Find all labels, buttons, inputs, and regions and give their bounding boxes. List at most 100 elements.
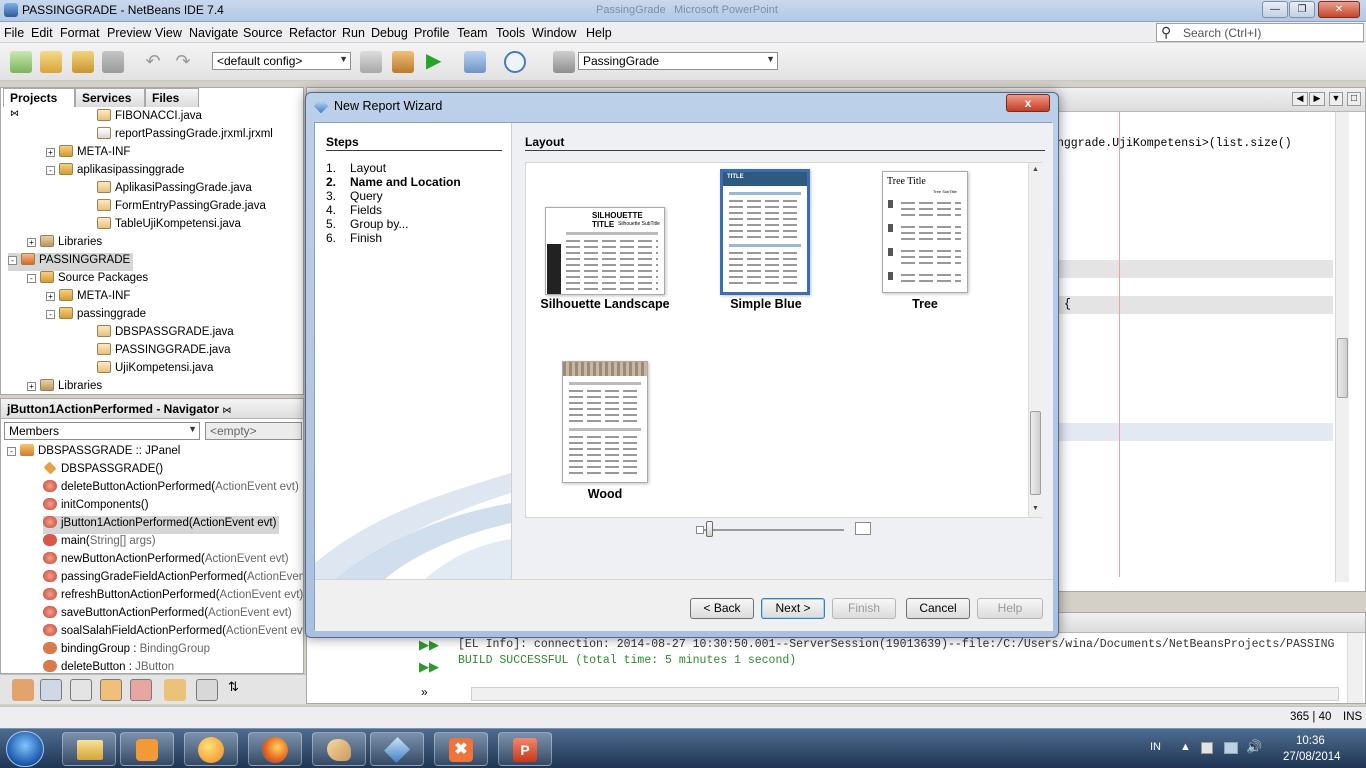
navigator-member[interactable]: soalSalahFieldActionPerformed(ActionEven…	[43, 624, 303, 642]
navigator-member[interactable]: DBSPASSGRADE()	[43, 462, 163, 480]
project-tree[interactable]: FIBONACCI.java reportPassingGrade.jrxml.j…	[1, 108, 303, 394]
gallery-vertical-scrollbar[interactable]: ▲ ▼	[1028, 163, 1042, 517]
collapse-icon[interactable]: -	[27, 274, 36, 283]
taskbar-paint[interactable]	[312, 732, 366, 766]
finish-button[interactable]: Finish	[832, 598, 896, 619]
expand-icon[interactable]: +	[27, 238, 36, 247]
tab-projects[interactable]: Projects ⋈	[3, 88, 75, 118]
template-simple-blue[interactable]: TITLE Simple Blue	[720, 169, 812, 313]
expand-icon[interactable]: +	[46, 292, 55, 301]
expand-icon[interactable]: +	[46, 148, 55, 157]
taskbar-netbeans[interactable]	[370, 732, 424, 766]
network-icon[interactable]	[1224, 742, 1238, 754]
collapse-icon[interactable]: -	[7, 447, 16, 456]
save-all-icon[interactable]	[102, 51, 124, 73]
output-horizontal-scrollbar[interactable]	[471, 687, 1339, 701]
navigator-member[interactable]: initComponents()	[43, 498, 149, 516]
project-tree-row[interactable]: - passinggrade	[46, 307, 146, 325]
project-tree-row[interactable]: reportPassingGrade.jrxml.jrxml	[84, 127, 273, 145]
template-wood[interactable]: Wood	[562, 361, 650, 505]
project-tree-row[interactable]: FIBONACCI.java	[84, 109, 202, 127]
menu-team[interactable]: Team	[457, 26, 488, 40]
build-hammer-icon[interactable]	[360, 51, 382, 73]
tab-services[interactable]: Services	[75, 88, 145, 107]
cancel-button[interactable]: Cancel	[906, 598, 970, 619]
menu-preview[interactable]: Preview	[107, 26, 151, 40]
close-button[interactable]: ✕	[1318, 1, 1360, 18]
members-combo[interactable]: Members ▼	[4, 422, 200, 440]
menu-debug[interactable]: Debug	[371, 26, 408, 40]
input-language[interactable]: IN	[1150, 741, 1161, 753]
project-tree-row[interactable]: - Source Packages	[27, 271, 148, 289]
dialog-close-button[interactable]: x	[1006, 94, 1050, 112]
help-button[interactable]: Help	[977, 598, 1043, 619]
maximize-button[interactable]: ❐	[1289, 1, 1315, 18]
scroll-down-icon[interactable]: ▼	[1032, 505, 1039, 512]
taskbar-xampp-orb[interactable]	[184, 732, 238, 766]
menu-tools[interactable]: Tools	[496, 26, 525, 40]
sort-by-source-icon[interactable]: ⇅	[228, 679, 250, 701]
template-silhouette-landscape[interactable]: SILHOUETTE TITLE Silhouette SubTitle Sil…	[540, 207, 670, 315]
inherited-members-icon[interactable]	[12, 679, 34, 701]
scroll-tabs-right-icon[interactable]: ▶	[1309, 92, 1325, 106]
navigator-member[interactable]: passingGradeFieldActionPerformed(ActionE…	[43, 570, 303, 588]
editor-scroll-thumb[interactable]	[1337, 338, 1348, 398]
redo-icon[interactable]: ↷	[172, 51, 194, 73]
menu-run[interactable]: Run	[342, 26, 365, 40]
navigator-member[interactable]: newButtonActionPerformed(ActionEvent evt…	[43, 552, 289, 570]
project-tree-row[interactable]: TableUjiKompetensi.java	[84, 217, 241, 235]
clock-time[interactable]: 10:36	[1296, 735, 1325, 747]
profile-icon[interactable]	[504, 51, 526, 73]
project-tree-row[interactable]: AplikasiPassingGrade.java	[84, 181, 252, 199]
menu-profile[interactable]: Profile	[414, 26, 449, 40]
collapse-icon[interactable]: -	[8, 256, 17, 265]
menu-view[interactable]: View	[155, 26, 182, 40]
sort-by-name-icon[interactable]	[196, 679, 218, 701]
menu-format[interactable]: Format	[60, 26, 100, 40]
menu-navigate[interactable]: Navigate	[189, 26, 238, 40]
run-icon[interactable]: ▶	[426, 51, 448, 73]
rerun-with-params-icon[interactable]: ▶▶	[419, 659, 439, 675]
tab-list-icon[interactable]: ▼	[1329, 92, 1343, 106]
navigator-member[interactable]: bindingGroup : BindingGroup	[43, 642, 210, 660]
minimize-button[interactable]: —	[1262, 1, 1288, 18]
navigator-member[interactable]: deleteButtonActionPerformed(ActionEvent …	[43, 480, 299, 498]
gallery-scroll-thumb[interactable]	[1030, 411, 1041, 495]
expand-icon[interactable]: +	[27, 382, 36, 391]
zoom-in-icon[interactable]	[855, 522, 871, 535]
show-nonpublic-icon[interactable]	[100, 679, 122, 701]
project-combo[interactable]: PassingGrade ▼	[578, 52, 778, 70]
open-project-icon[interactable]	[72, 51, 94, 73]
taskbar-firefox[interactable]	[248, 732, 302, 766]
project-tree-row[interactable]: UjiKompetensi.java	[84, 361, 213, 379]
template-tree[interactable]: Tree Title Tree SubTitle Tree	[882, 171, 970, 315]
config-combo[interactable]: <default config> ▼	[212, 52, 351, 70]
collapse-icon[interactable]: -	[46, 166, 55, 175]
undo-icon[interactable]: ↶	[142, 51, 164, 73]
template-gallery[interactable]: SILHOUETTE TITLE Silhouette SubTitle Sil…	[525, 162, 1042, 518]
navigator-root[interactable]: - DBSPASSGRADE :: JPanel	[7, 444, 180, 462]
menu-refactor[interactable]: Refactor	[289, 26, 336, 40]
project-tree-row[interactable]: PASSINGGRADE.java	[84, 343, 230, 361]
start-button[interactable]	[6, 731, 44, 767]
clock-date[interactable]: 27/08/2014	[1283, 751, 1341, 763]
navigator-member[interactable]: main(String[] args)	[43, 534, 156, 552]
search-box[interactable]: ⚲ Search (Ctrl+I)	[1156, 23, 1364, 42]
navigator-member[interactable]: deleteButton : JButton	[43, 660, 174, 674]
debug-icon[interactable]	[464, 51, 486, 73]
navigator-member-list[interactable]: DBSPASSGRADE() deleteButtonActionPerforme…	[1, 462, 303, 674]
close-icon[interactable]: ⋈	[222, 405, 231, 415]
menu-source[interactable]: Source	[243, 26, 283, 40]
tray-expand-icon[interactable]: ▲	[1180, 741, 1191, 753]
members-filter[interactable]: <empty>	[205, 422, 302, 440]
action-center-icon[interactable]	[1201, 742, 1213, 754]
sort-icon[interactable]	[164, 679, 186, 701]
show-fields-icon[interactable]	[40, 679, 62, 701]
taskbar-powerpoint[interactable]: P	[498, 732, 552, 766]
next-button[interactable]: Next >	[761, 598, 825, 619]
project-tree-row[interactable]: FormEntryPassingGrade.java	[84, 199, 266, 217]
menu-file[interactable]: File	[4, 26, 24, 40]
output-vertical-scrollbar[interactable]	[1347, 633, 1363, 703]
rerun-icon[interactable]: ▶▶	[419, 637, 439, 653]
taskbar-xampp[interactable]: ✖	[434, 732, 488, 766]
